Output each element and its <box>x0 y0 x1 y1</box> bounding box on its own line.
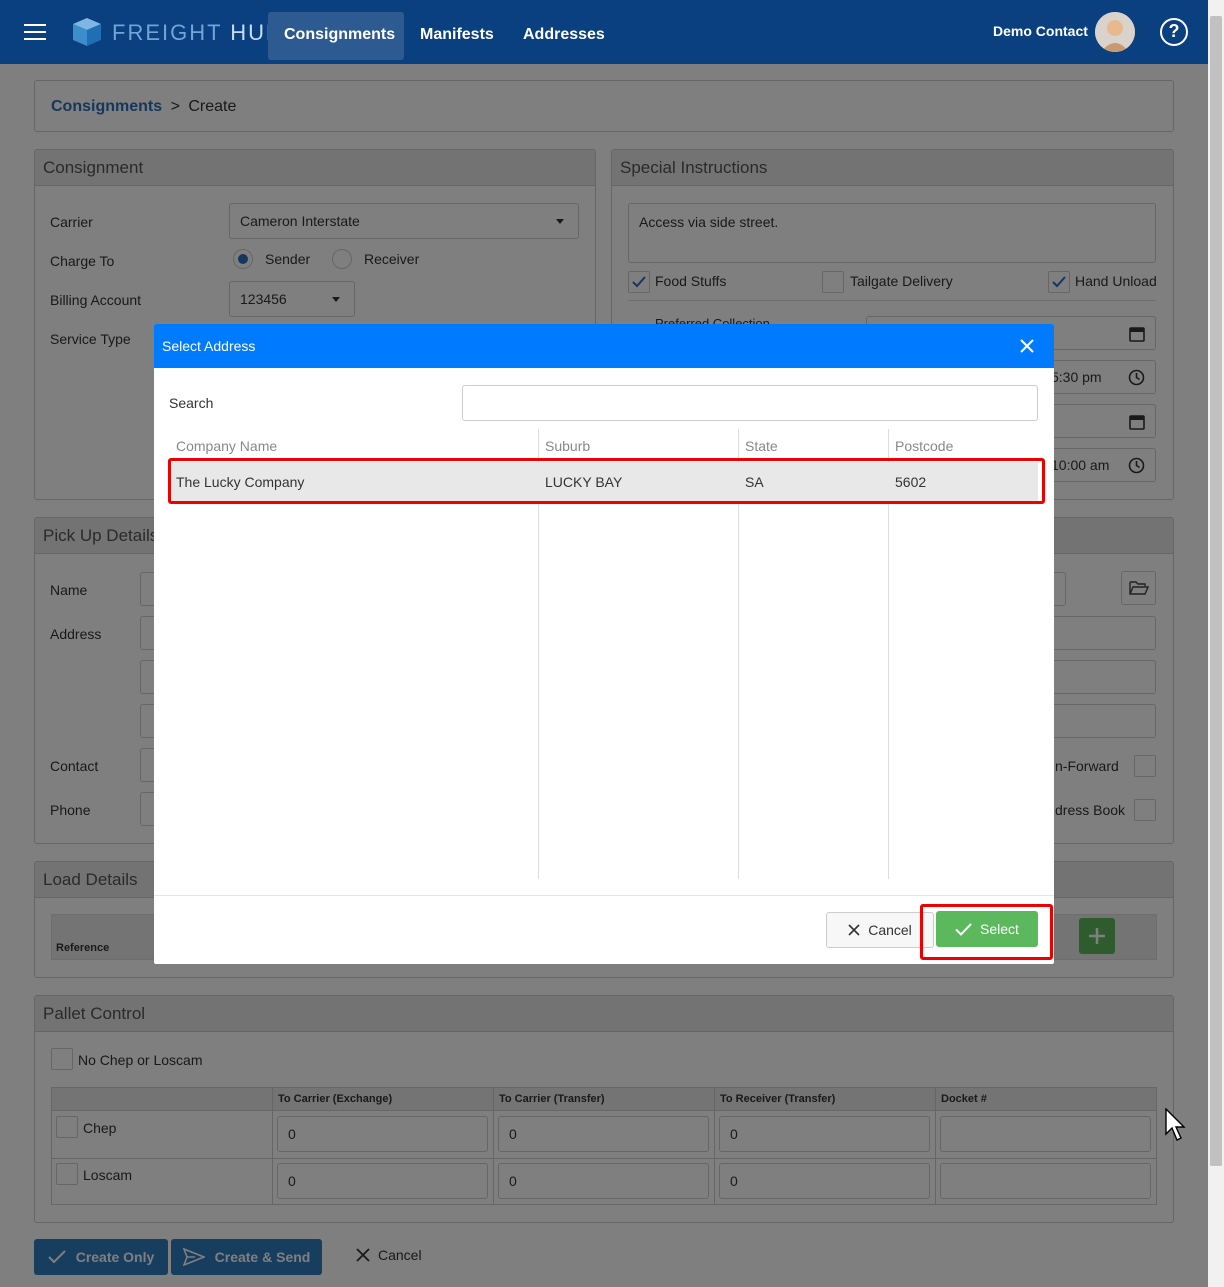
search-label: Search <box>169 395 214 411</box>
nav-addresses[interactable]: Addresses <box>507 12 621 60</box>
row-highlight-annotation <box>168 458 1045 504</box>
page-scrollbar-thumb[interactable] <box>1210 16 1222 1166</box>
nav-manifests[interactable]: Manifests <box>404 12 510 60</box>
close-icon[interactable] <box>1020 339 1034 353</box>
freight-hub-logo-icon <box>73 18 101 46</box>
modal-cancel-button[interactable]: Cancel <box>826 912 934 948</box>
help-icon[interactable]: ? <box>1160 18 1188 46</box>
close-icon <box>848 924 860 936</box>
nav-consignments[interactable]: Consignments <box>268 12 404 60</box>
app-logo-text: FREIGHT HUB <box>112 20 283 45</box>
modal-header: Select Address <box>154 324 1054 368</box>
column-header-suburb[interactable]: Suburb <box>545 438 590 454</box>
select-address-modal: Select Address Search Company Name Subur… <box>154 324 1054 964</box>
divider <box>154 895 1054 896</box>
modal-cancel-label: Cancel <box>868 922 912 938</box>
mouse-cursor-icon <box>1165 1108 1186 1141</box>
modal-title: Select Address <box>162 338 256 354</box>
select-highlight-annotation <box>920 904 1053 960</box>
column-header-postcode[interactable]: Postcode <box>895 438 953 454</box>
column-header-company[interactable]: Company Name <box>176 438 277 454</box>
avatar[interactable] <box>1095 12 1135 52</box>
hamburger-menu-icon[interactable] <box>24 24 46 40</box>
user-name[interactable]: Demo Contact <box>993 23 1088 39</box>
column-header-state[interactable]: State <box>745 438 778 454</box>
search-input[interactable] <box>462 385 1038 421</box>
user-avatar-icon <box>1095 12 1135 52</box>
